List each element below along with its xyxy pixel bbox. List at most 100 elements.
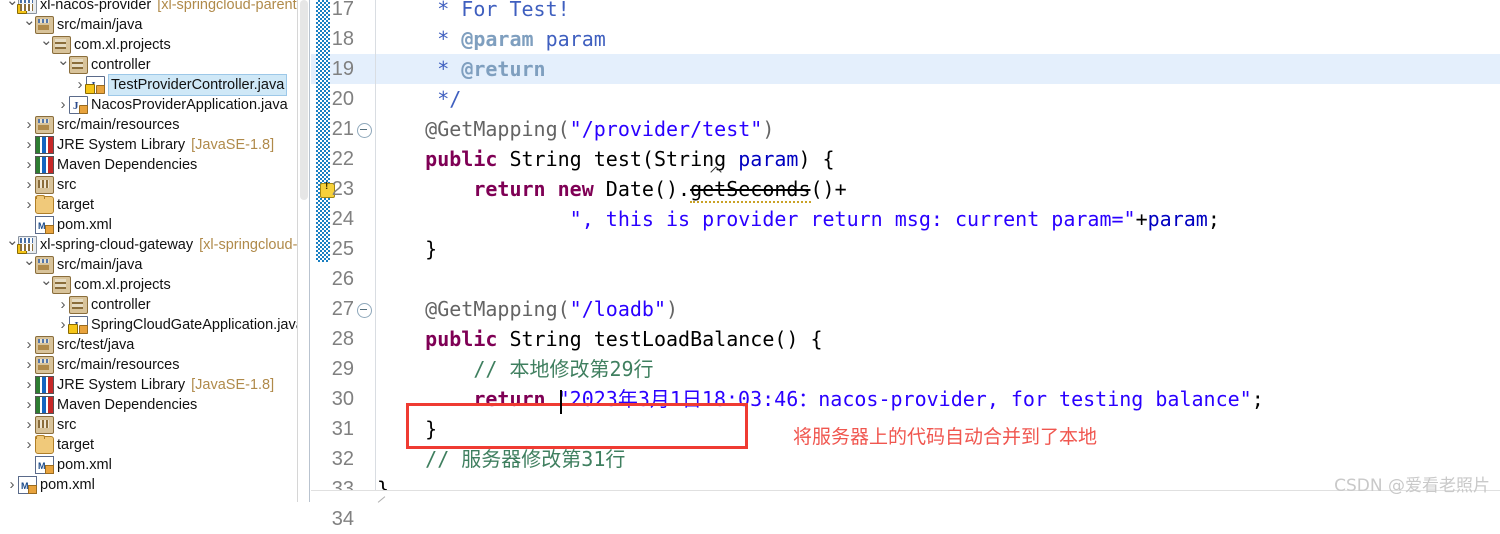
chevron-down-icon[interactable]: ⌄ (40, 33, 53, 55)
chevron-down-icon[interactable]: ⌄ (57, 53, 70, 75)
tree-item-src-test-java[interactable]: › src/test/java (23, 335, 134, 355)
tree-item-meta: [JavaSE-1.8] (191, 377, 275, 393)
tree-item-label: controller (91, 297, 151, 313)
code-token: } (377, 237, 438, 261)
chevron-right-icon[interactable]: › (6, 475, 18, 495)
package-icon (52, 276, 71, 294)
code-token: * For Test! (377, 0, 570, 21)
tree-item-target[interactable]: › target (23, 435, 94, 455)
tree-item-testprovidercontroller-java[interactable]: ›TestProviderController.java (74, 74, 288, 96)
code-line[interactable]: ", this is provider return msg: current … (377, 204, 1220, 234)
chevron-right-icon[interactable]: › (23, 395, 35, 415)
editor-bottom-edge (311, 490, 1500, 503)
tree-item-maven-dependencies[interactable]: › Maven Dependencies (23, 395, 197, 415)
tree-item-label: src/main/java (57, 257, 143, 273)
code-line[interactable]: */ (377, 84, 461, 114)
tree-item-com-xl-projects[interactable]: ⌄ com.xl.projects (40, 273, 171, 295)
code-line[interactable]: * For Test! (377, 0, 570, 24)
library-icon (35, 136, 54, 154)
tree-item-controller[interactable]: › controller (57, 295, 151, 315)
tree-item-jre-system-library[interactable]: › JRE System Library [JavaSE-1.8] (23, 375, 274, 395)
line-number: 23 (331, 178, 354, 200)
code-line[interactable]: * @return (377, 54, 545, 84)
text-caret (560, 390, 562, 414)
server-change-highlight-box (406, 403, 748, 449)
code-token: ; (1251, 387, 1264, 411)
tree-item-src-main-resources[interactable]: › src/main/resources (23, 115, 179, 135)
code-line[interactable]: } (377, 474, 389, 490)
chevron-right-icon[interactable]: › (23, 155, 35, 175)
code-line[interactable]: // 本地修改第29行 (377, 354, 653, 384)
tree-item-src[interactable]: › src (23, 415, 76, 435)
chevron-down-icon[interactable]: ⌄ (23, 253, 36, 275)
package-icon (69, 56, 88, 74)
chevron-right-icon[interactable]: › (23, 375, 35, 395)
tree-item-xl-nacos-provider[interactable]: ⌄ xl-nacos-provider [xl-springcloud-parent… (6, 0, 310, 15)
chevron-right-icon[interactable]: › (23, 135, 35, 155)
code-line[interactable]: @GetMapping("/provider/test") (377, 114, 774, 144)
explorer-scrollbar-thumb[interactable] (300, 0, 308, 200)
code-token: String testLoadBalance() { (497, 327, 823, 351)
code-token: new (557, 177, 594, 201)
code-token: getSeconds (690, 177, 811, 203)
code-line[interactable]: public String testLoadBalance() { (377, 324, 823, 354)
chevron-right-icon[interactable]: › (23, 415, 35, 435)
tree-item-label: controller (91, 57, 151, 73)
tree-item-springcloudgateapplication-java[interactable]: ›SpringCloudGateApplication.java (57, 315, 304, 336)
code-token: ) { (798, 147, 835, 171)
package-root-icon (35, 356, 54, 374)
line-number: 27 (331, 298, 354, 320)
line-number: 30 (331, 388, 354, 410)
fold-collapse-icon[interactable] (357, 303, 372, 318)
chevron-right-icon[interactable]: › (23, 195, 35, 215)
tree-item-jre-system-library[interactable]: › JRE System Library [JavaSE-1.8] (23, 135, 274, 155)
line-number: 19 (331, 58, 354, 80)
chevron-right-icon[interactable]: › (57, 95, 69, 115)
code-token: * (377, 57, 462, 81)
package-explorer-panel[interactable]: ⌄ xl-nacos-provider [xl-springcloud-parent… (0, 0, 310, 502)
code-line[interactable]: @GetMapping("/loadb") (377, 294, 678, 324)
chevron-right-icon[interactable]: › (23, 355, 35, 375)
folder-icon (35, 435, 54, 454)
code-token: return (377, 177, 546, 201)
code-line[interactable]: * @param param (377, 24, 606, 54)
fold-collapse-icon[interactable] (357, 123, 372, 138)
line-number: 29 (331, 358, 354, 380)
tree-item-controller[interactable]: ⌄ controller (57, 53, 151, 75)
tree-item-pom-xml[interactable]: pom.xml (23, 455, 112, 476)
code-line[interactable]: return new Date().getSeconds()+ (377, 174, 847, 204)
annotation-note: 将服务器上的代码自动合并到了本地 (793, 426, 1098, 448)
code-token: @GetMapping( (377, 117, 570, 141)
code-token: */ (377, 87, 462, 111)
panel-divider[interactable] (309, 0, 310, 502)
code-token: * (377, 27, 462, 51)
editor-resize-grip[interactable] (377, 493, 387, 501)
line-number: 32 (331, 448, 354, 470)
chevron-right-icon[interactable]: › (57, 295, 69, 315)
tree-item-src-main-resources[interactable]: › src/main/resources (23, 355, 179, 375)
code-token: ()+ (810, 177, 847, 201)
code-line[interactable]: public String test(String param) { (377, 144, 835, 174)
code-token: + (1135, 207, 1148, 231)
code-line[interactable]: } (377, 234, 437, 264)
tree-item-pom-xml[interactable]: pom.xml (23, 215, 112, 236)
tree-item-xl-spring-cloud-gateway[interactable]: ⌄ xl-spring-cloud-gateway [xl-springcloud-… (6, 233, 310, 255)
library-icon (35, 156, 54, 174)
tree-item-label: src/main/resources (57, 357, 180, 373)
tree-item-maven-dependencies[interactable]: › Maven Dependencies (23, 155, 197, 175)
chevron-down-icon[interactable]: ⌄ (40, 273, 53, 295)
tree-item-pom-xml[interactable]: › pom.xml (6, 475, 95, 496)
warning-badge-icon (85, 84, 95, 94)
chevron-down-icon[interactable]: ⌄ (23, 13, 36, 35)
chevron-right-icon[interactable]: › (23, 335, 35, 355)
chevron-right-icon[interactable]: › (23, 115, 35, 135)
line-number: 22 (331, 148, 354, 170)
source-folder-icon (35, 416, 54, 434)
tree-item-target[interactable]: › target (23, 195, 94, 215)
chevron-right-icon[interactable]: › (23, 435, 35, 455)
chevron-right-icon[interactable]: › (23, 175, 35, 195)
line-number: 28 (331, 328, 354, 350)
tree-item-src[interactable]: › src (23, 175, 76, 195)
tree-item-nacosproviderapplication-java[interactable]: › NacosProviderApplication.java (57, 95, 288, 116)
